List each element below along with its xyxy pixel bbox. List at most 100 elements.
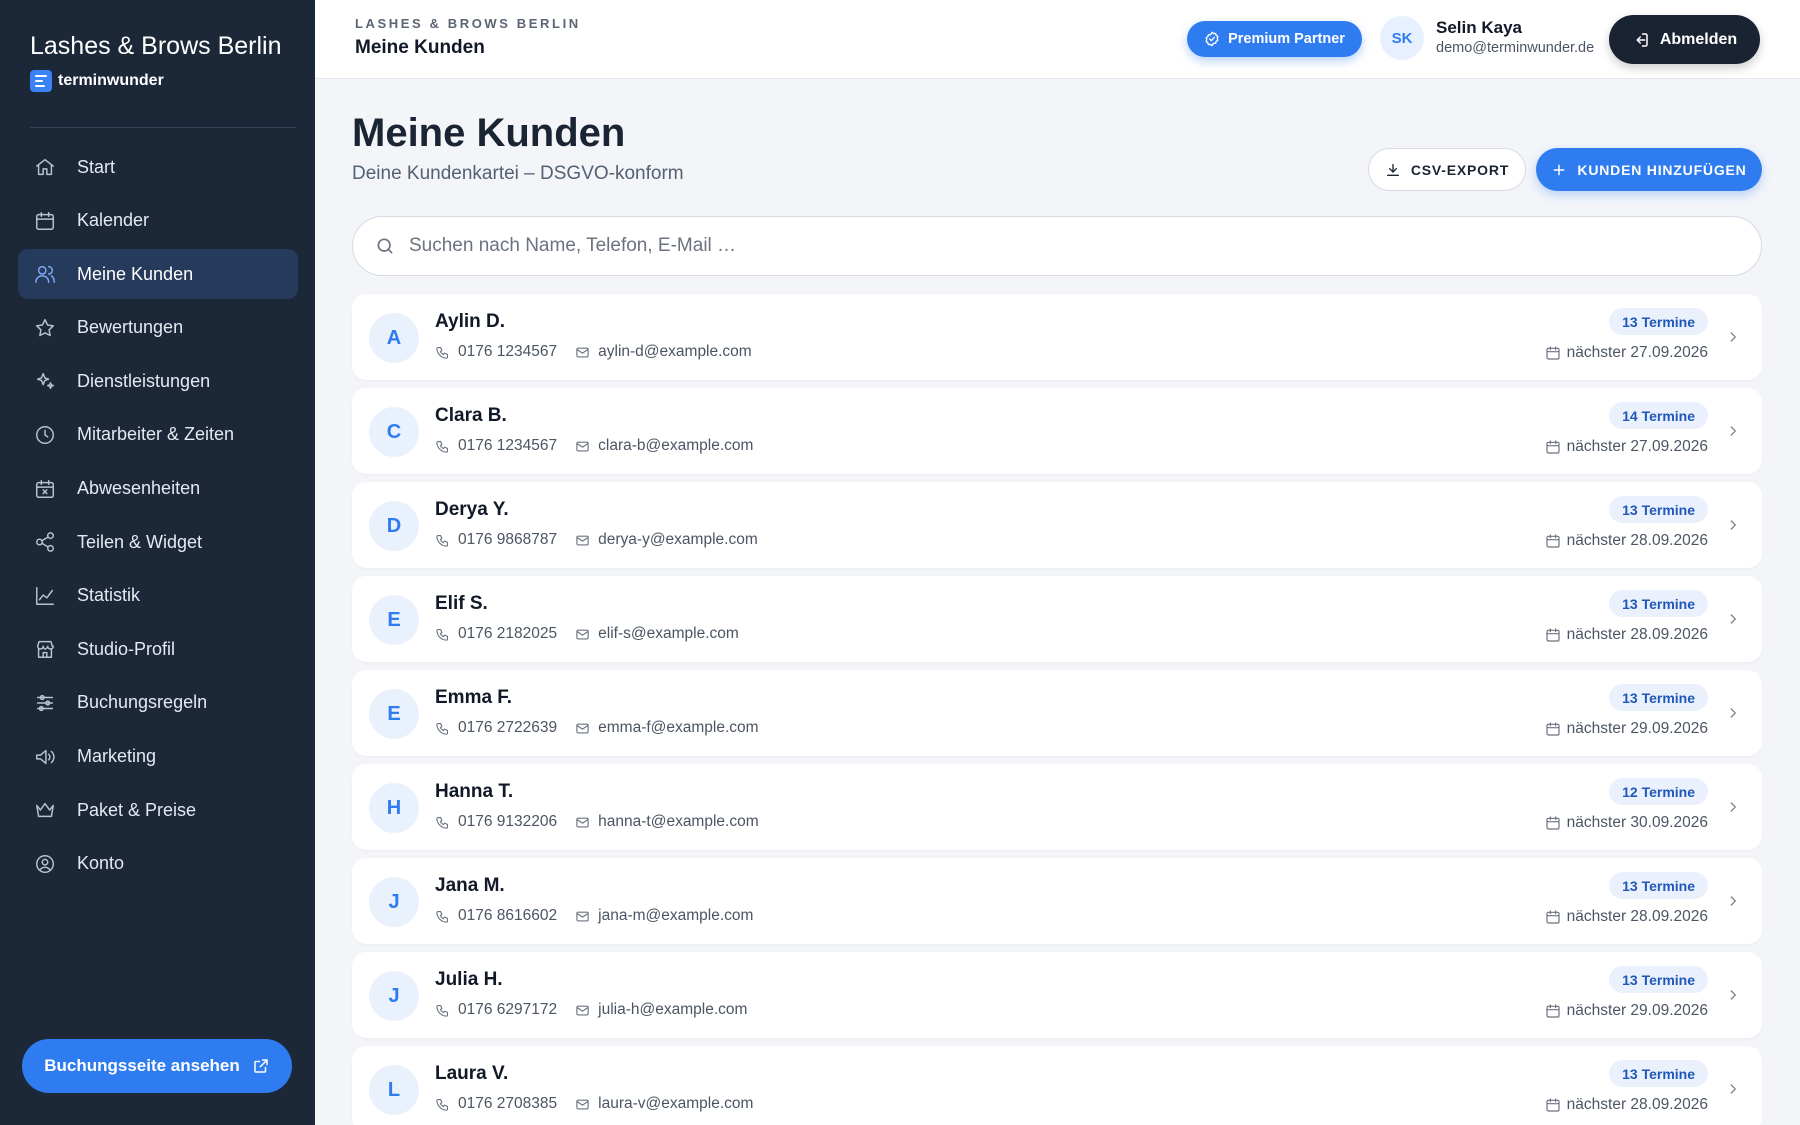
mail-icon — [576, 723, 589, 733]
mail-icon — [576, 441, 589, 451]
chevron-right-icon[interactable] — [1726, 705, 1740, 721]
appointment-count-badge: 13 Termine — [1609, 308, 1708, 335]
sidebar-item-teilen-widget[interactable]: Teilen & Widget — [18, 517, 298, 567]
customer-row[interactable]: J Julia H. 0176 6297172 julia-h@example.com… — [352, 952, 1762, 1038]
customer-avatar: E — [369, 595, 419, 645]
chevron-right-icon[interactable] — [1726, 1081, 1740, 1097]
sidebar-item-konto[interactable]: Konto — [18, 839, 298, 889]
next-appointment-date: nächster 28.09.2026 — [1566, 1096, 1708, 1113]
next-appointment: nächster 28.09.2026 — [1545, 532, 1708, 550]
sidebar-item-marketing[interactable]: Marketing — [18, 732, 298, 782]
customer-phone: 0176 2708385 — [458, 1095, 558, 1112]
customer-row[interactable]: C Clara B. 0176 1234567 clara-b@example.com… — [352, 388, 1762, 474]
sidebar-item-label: Abwesenheiten — [77, 478, 201, 499]
phone-icon — [436, 346, 449, 359]
chevron-right-icon[interactable] — [1726, 893, 1740, 909]
sidebar-item-buchungsregeln[interactable]: Buchungsregeln — [18, 678, 298, 728]
next-appointment: nächster 29.09.2026 — [1545, 720, 1708, 738]
customer-avatar: E — [369, 689, 419, 739]
sidebar-item-paket-preise[interactable]: Paket & Preise — [18, 785, 298, 835]
customer-avatar: J — [369, 877, 419, 927]
sparkles-icon — [33, 369, 57, 393]
sidebar-item-mitarbeiter-zeiten[interactable]: Mitarbeiter & Zeiten — [18, 410, 298, 460]
appointment-count-badge: 13 Termine — [1609, 872, 1708, 899]
next-appointment: nächster 30.09.2026 — [1545, 814, 1708, 832]
phone-icon — [436, 1004, 449, 1017]
customer-row[interactable]: L Laura V. 0176 2708385 laura-v@example.com… — [352, 1046, 1762, 1125]
customer-phone: 0176 1234567 — [458, 437, 558, 454]
studio-name: Lashes & Brows Berlin — [30, 32, 282, 60]
sidebar-item-abwesenheiten[interactable]: Abwesenheiten — [18, 464, 298, 514]
customer-contact: 0176 2182025 elif-s@example.com — [435, 625, 739, 643]
phone-icon — [436, 440, 449, 453]
customer-row[interactable]: J Jana M. 0176 8616602 jana-m@example.com 13… — [352, 858, 1762, 944]
chevron-right-icon[interactable] — [1726, 611, 1740, 627]
home-icon — [33, 155, 57, 179]
sidebar-item-dienstleistungen[interactable]: Dienstleistungen — [18, 356, 298, 406]
customer-name: Hanna T. — [435, 781, 514, 802]
customer-phone: 0176 9132206 — [458, 813, 558, 830]
customer-row[interactable]: D Derya Y. 0176 9868787 derya-y@example.com… — [352, 482, 1762, 568]
add-customer-button[interactable]: KUNDEN HINZUFÜGEN — [1536, 148, 1762, 191]
app-logo[interactable]: terminwunder — [30, 70, 164, 92]
next-appointment: nächster 27.09.2026 — [1545, 344, 1708, 362]
phone-icon — [436, 534, 449, 547]
verified-badge-icon — [1205, 31, 1219, 47]
sidebar-item-start[interactable]: Start — [18, 142, 298, 192]
mail-icon — [576, 817, 589, 827]
customer-avatar: A — [369, 313, 419, 363]
chevron-right-icon[interactable] — [1726, 987, 1740, 1003]
search-input[interactable] — [409, 235, 1709, 257]
customer-row[interactable]: A Aylin D. 0176 1234567 aylin-d@example.com… — [352, 294, 1762, 380]
users-icon — [33, 262, 57, 286]
customer-avatar: C — [369, 407, 419, 457]
chevron-right-icon[interactable] — [1726, 423, 1740, 439]
next-appointment-date: nächster 28.09.2026 — [1566, 626, 1708, 643]
customer-row[interactable]: E Emma F. 0176 2722639 emma-f@example.com 13… — [352, 670, 1762, 756]
chevron-right-icon[interactable] — [1726, 517, 1740, 533]
customer-search[interactable] — [352, 216, 1762, 276]
sidebar-item-label: Kalender — [77, 210, 150, 231]
next-appointment-date: nächster 27.09.2026 — [1566, 344, 1708, 361]
customer-row[interactable]: E Elif S. 0176 2182025 elif-s@example.com 13… — [352, 576, 1762, 662]
user-avatar[interactable]: SK — [1380, 16, 1424, 60]
csv-export-label: CSV-EXPORT — [1410, 161, 1510, 178]
customer-phone: 0176 1234567 — [458, 343, 558, 360]
calendar-icon — [1546, 628, 1560, 642]
chevron-right-icon[interactable] — [1726, 799, 1740, 815]
sidebar-item-bewertungen[interactable]: Bewertungen — [18, 303, 298, 353]
view-booking-page-button[interactable]: Buchungsseite ansehen — [22, 1039, 292, 1093]
customer-name: Julia H. — [435, 969, 503, 990]
logout-button[interactable]: Abmelden — [1609, 15, 1760, 64]
calendar-icon — [1546, 440, 1560, 454]
sidebar-item-kalender[interactable]: Kalender — [18, 196, 298, 246]
sidebar-item-studio-profil[interactable]: Studio-Profil — [18, 624, 298, 674]
search-icon — [377, 238, 393, 254]
sidebar-item-meine-kunden[interactable]: Meine Kunden — [18, 249, 298, 300]
next-appointment-date: nächster 28.09.2026 — [1566, 532, 1708, 549]
sidebar-item-label: Bewertungen — [77, 317, 184, 338]
appointment-count-badge: 13 Termine — [1609, 496, 1708, 523]
sidebar-nav: Start Kalender Meine Kunden Bewertungen Dien… — [18, 142, 298, 892]
sliders-icon — [33, 691, 57, 715]
sidebar-item-statistik[interactable]: Statistik — [18, 571, 298, 621]
calendar-icon — [1546, 1004, 1560, 1018]
calendar-icon — [1546, 534, 1560, 548]
phone-icon — [436, 816, 449, 829]
chart-icon — [33, 584, 57, 608]
next-appointment: nächster 28.09.2026 — [1545, 908, 1708, 926]
calendar-x-icon — [33, 477, 57, 501]
csv-export-button[interactable]: CSV-EXPORT — [1368, 148, 1526, 191]
user-name: Selin Kaya — [1436, 18, 1522, 37]
crown-icon — [33, 798, 57, 822]
store-icon — [33, 637, 57, 661]
header-studio-kicker: LASHES & BROWS BERLIN — [355, 16, 581, 31]
sidebar-item-label: Mitarbeiter & Zeiten — [77, 424, 235, 445]
next-appointment-date: nächster 29.09.2026 — [1566, 720, 1708, 737]
customer-phone: 0176 6297172 — [458, 1001, 558, 1018]
page-title: Meine Kunden — [352, 111, 626, 155]
chevron-right-icon[interactable] — [1726, 329, 1740, 345]
sidebar-item-label: Teilen & Widget — [77, 531, 203, 552]
customer-row[interactable]: H Hanna T. 0176 9132206 hanna-t@example.com… — [352, 764, 1762, 850]
appointment-count-badge: 13 Termine — [1609, 684, 1708, 711]
